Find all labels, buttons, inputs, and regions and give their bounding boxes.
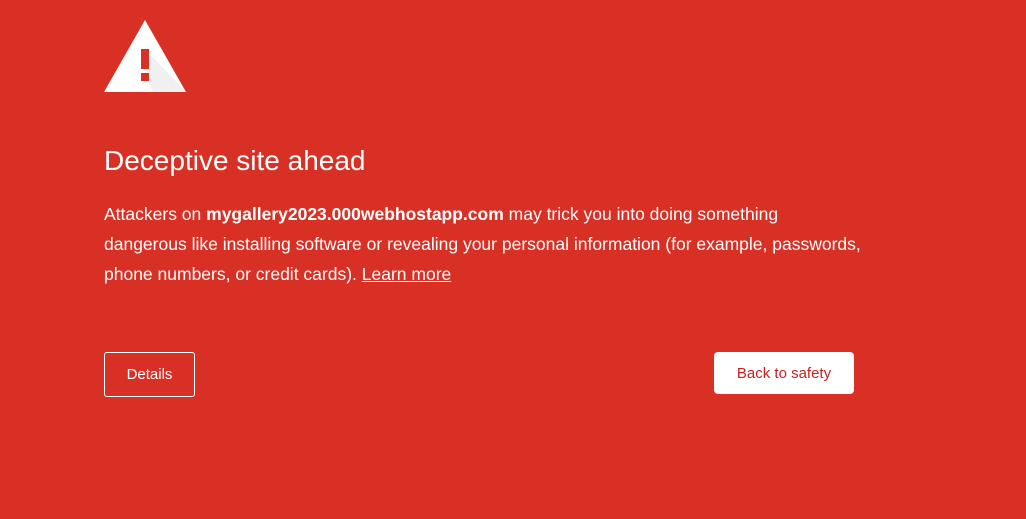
back-to-safety-button[interactable]: Back to safety bbox=[714, 352, 854, 394]
learn-more-link[interactable]: Learn more bbox=[362, 264, 452, 284]
message-prefix: Attackers on bbox=[104, 204, 207, 224]
site-domain: mygallery2023.000webhostapp.com bbox=[206, 204, 504, 224]
details-button[interactable]: Details bbox=[104, 352, 195, 397]
page-title: Deceptive site ahead bbox=[104, 145, 366, 176]
warning-message: Attackers on mygallery2023.000webhostapp… bbox=[104, 199, 864, 289]
warning-triangle-icon bbox=[104, 20, 186, 92]
